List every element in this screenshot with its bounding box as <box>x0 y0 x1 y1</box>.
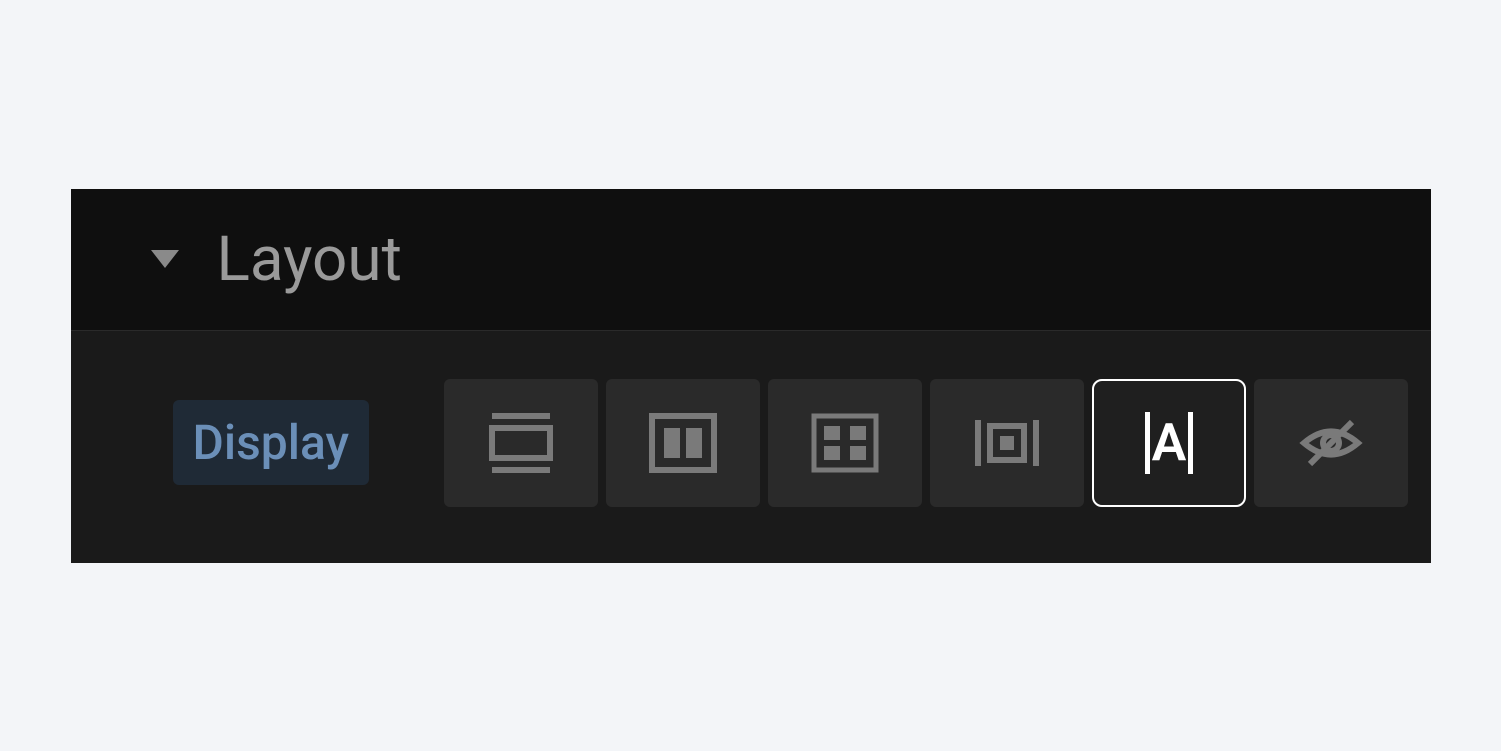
inline-icon: A <box>1145 412 1194 474</box>
block-icon <box>482 404 560 482</box>
display-grid-button[interactable] <box>768 379 922 507</box>
layout-panel: Layout Display <box>71 189 1431 563</box>
none-icon <box>1292 404 1370 482</box>
chevron-down-icon <box>151 250 179 268</box>
display-block-button[interactable] <box>444 379 598 507</box>
flex-icon <box>644 404 722 482</box>
display-inline-block-button[interactable] <box>930 379 1084 507</box>
inline-block-icon <box>968 404 1046 482</box>
display-controls-row: Display <box>71 331 1431 563</box>
display-none-button[interactable] <box>1254 379 1408 507</box>
grid-icon <box>806 404 884 482</box>
panel-title: Layout <box>217 223 402 296</box>
display-property-label[interactable]: Display <box>173 400 370 485</box>
panel-header[interactable]: Layout <box>71 189 1431 331</box>
display-button-group: A <box>444 379 1408 507</box>
display-inline-button[interactable]: A <box>1092 379 1246 507</box>
display-flex-button[interactable] <box>606 379 760 507</box>
